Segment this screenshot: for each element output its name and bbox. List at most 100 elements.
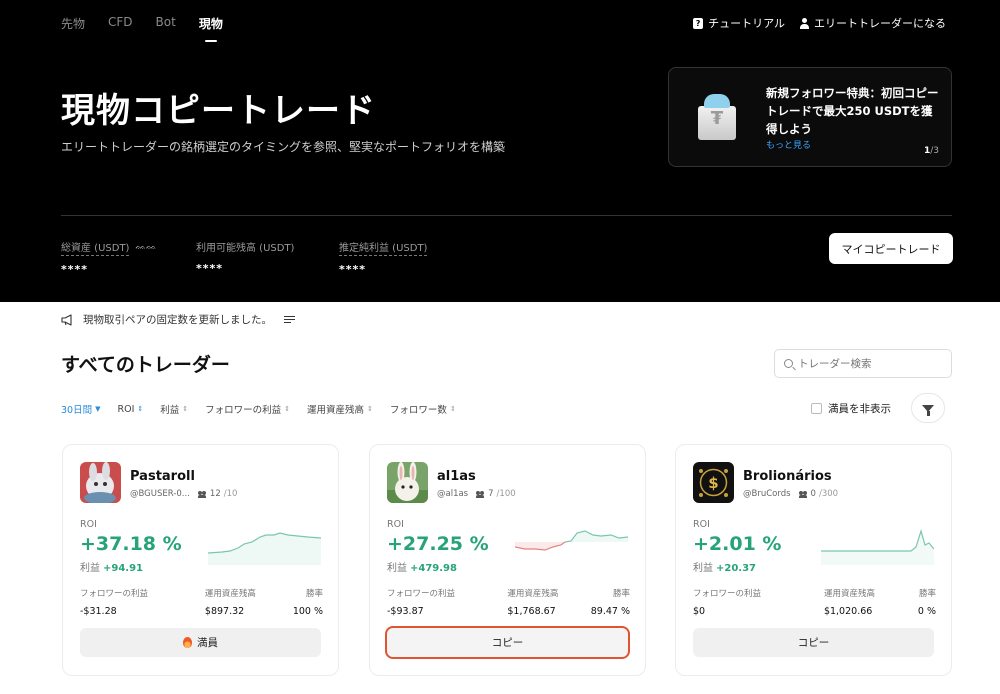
sort-roi[interactable]: ROI ⇕: [117, 404, 143, 415]
sort-aum[interactable]: 運用資産残高 ⇕: [307, 402, 373, 416]
promo-banner[interactable]: ₮ 新規フォロワー特典：初回コピートレードで最大250 USDTを獲得しよう も…: [668, 67, 952, 167]
pnl-row: 利益 +94.91: [80, 563, 144, 574]
promo-pager: 1/3: [923, 146, 939, 156]
user-icon: [799, 17, 809, 29]
pnl-row: 利益 +20.37: [693, 563, 757, 574]
roi-label: ROI: [80, 519, 97, 530]
rabbit-avatar: [80, 462, 121, 503]
metric-aum: 運用資産残高 $1,020.66: [823, 589, 875, 617]
become-trader-label: エリートトレーダーになる: [814, 17, 946, 30]
search-icon: [784, 359, 793, 368]
caret-down-icon: ▼: [95, 405, 101, 413]
announcement-bar[interactable]: 現物取引ペアの固定数を更新しました。: [61, 312, 295, 327]
sort-icon: ⇕: [284, 404, 291, 413]
trader-handle: @BruCords: [743, 489, 791, 499]
followers-icon: [197, 490, 207, 498]
copy-button[interactable]: コピー: [385, 626, 630, 659]
trader-search[interactable]: [774, 349, 952, 378]
full-button[interactable]: 満員: [80, 628, 321, 657]
trader-metrics: フォロワーの利益 -$31.28 運用資産残高 $897.32 勝率 100 %: [80, 587, 323, 617]
hide-full-toggle[interactable]: 満員を非表示: [811, 401, 891, 416]
megaphone-icon: [61, 313, 75, 326]
hero-section: 先物 CFD Bot 現物 ? チュートリアル エリートトレーダーになる 現物コ…: [0, 0, 1000, 302]
svg-text:$: $: [708, 474, 718, 492]
pnl-value: +479.98: [410, 563, 457, 574]
metric-follower-pnl: フォロワーの利益 -$93.87: [387, 589, 456, 617]
metric-win-rate: 勝率 100 %: [292, 589, 323, 617]
tutorial-link[interactable]: ? チュートリアル: [693, 15, 785, 31]
filter-button[interactable]: [911, 393, 945, 423]
metric-win-rate: 勝率 0 %: [917, 589, 936, 617]
pnl-value: +20.37: [716, 563, 757, 574]
trader-metrics: フォロワーの利益 $0 運用資産残高 $1,020.66 勝率 0 %: [693, 587, 936, 617]
tab-bot[interactable]: Bot: [156, 15, 176, 42]
eye-hidden-icon[interactable]: ᨐᨐ: [135, 242, 156, 252]
stat-label: 利用可能残高 (USDT): [196, 243, 295, 254]
trader-handle: @al1as: [437, 489, 469, 499]
sort-filters: 30日間 ▼ ROI ⇕ 利益 ⇕ フォロワーの利益 ⇕ 運用資産残高 ⇕ フォロワー数 ⇕: [61, 402, 473, 417]
trader-name[interactable]: Pastaroll: [130, 469, 195, 484]
page-subtitle: エリートトレーダーの銘柄選定のタイミングを参照、堅実なポートフォリオを構築: [61, 140, 506, 154]
trader-card[interactable]: Pastaroll @BGUSER-0... 12/10 ROI +37.18 …: [62, 444, 339, 676]
gift-box-icon: ₮: [696, 94, 738, 142]
tab-futures[interactable]: 先物: [61, 15, 85, 42]
sort-follower-pnl[interactable]: フォロワーの利益 ⇕: [205, 402, 290, 416]
trader-handle: @BGUSER-0...: [130, 489, 190, 499]
checkbox[interactable]: [811, 403, 822, 414]
sort-icon: ⇕: [367, 404, 373, 413]
promo-text: 新規フォロワー特典：初回コピートレードで最大250 USDTを獲得しよう: [766, 86, 939, 136]
stat-value: ****: [196, 262, 224, 275]
roi-value: +27.25 %: [387, 533, 489, 555]
top-links: ? チュートリアル エリートトレーダーになる: [693, 15, 946, 31]
tutorial-label: チュートリアル: [708, 17, 785, 30]
metric-aum: 運用資産残高 $1,768.67: [507, 589, 559, 617]
section-title: すべてのトレーダー: [61, 354, 230, 376]
roi-label: ROI: [693, 519, 710, 530]
roi-value: +2.01 %: [693, 533, 782, 555]
roi-label: ROI: [387, 519, 404, 530]
announcement-text: 現物取引ペアの固定数を更新しました。: [83, 314, 272, 326]
stat-available: 利用可能残高 (USDT) ****: [196, 236, 294, 275]
sort-pnl[interactable]: 利益 ⇕: [160, 402, 188, 416]
trader-name[interactable]: al1as: [437, 469, 476, 484]
follower-count: 12/10: [197, 489, 237, 499]
metric-win-rate: 勝率 89.47 %: [590, 589, 630, 617]
period-dropdown[interactable]: 30日間 ▼: [61, 402, 100, 416]
list-icon[interactable]: [284, 315, 295, 324]
my-copy-trade-button[interactable]: マイコピートレード: [829, 233, 953, 264]
tab-spot[interactable]: 現物: [199, 15, 223, 42]
trader-card[interactable]: al1as @al1as 7/100 ROI +27.25 % 利益 +479.9…: [369, 444, 646, 676]
sort-icon: ⇕: [449, 404, 456, 413]
pnl-row: 利益 +479.98: [387, 563, 457, 574]
become-trader-link[interactable]: エリートトレーダーになる: [799, 15, 946, 31]
trader-name[interactable]: Brolionários: [743, 469, 832, 484]
help-book-icon: ?: [693, 17, 704, 29]
followers-icon: [798, 490, 808, 498]
stat-net-profit: 推定純利益 (USDT) ****: [339, 236, 428, 276]
followers-icon: [476, 490, 485, 498]
pnl-value: +94.91: [103, 563, 144, 574]
roi-sparkline: [515, 530, 628, 551]
sort-icon: ⇕: [182, 404, 189, 413]
copy-button[interactable]: コピー: [693, 628, 934, 657]
stat-value: ****: [61, 263, 89, 276]
divider: [61, 215, 952, 216]
roi-value: +37.18 %: [80, 533, 182, 555]
search-input[interactable]: [798, 357, 938, 370]
promo-more-link[interactable]: もっと見る: [766, 138, 811, 151]
roi-sparkline: [208, 532, 321, 565]
tab-cfd[interactable]: CFD: [108, 15, 133, 42]
stat-label[interactable]: 総資産 (USDT): [61, 239, 130, 256]
bunny-avatar: [387, 462, 428, 503]
hide-full-label: 満員を非表示: [828, 403, 891, 415]
stat-label[interactable]: 推定純利益 (USDT): [339, 239, 428, 256]
trader-handle-row: @BruCords 0/300: [743, 489, 838, 499]
sort-followers[interactable]: フォロワー数 ⇕: [390, 402, 456, 416]
trader-card[interactable]: $ Brolionários @BruCords 0/300 ROI +2.01…: [675, 444, 952, 676]
follower-count: 7/100: [476, 489, 516, 499]
roi-sparkline: [821, 528, 934, 565]
funnel-icon: [922, 404, 934, 416]
trader-handle-row: @BGUSER-0... 12/10: [130, 489, 237, 499]
flame-icon: [183, 637, 192, 648]
money-avatar: $: [693, 462, 734, 503]
